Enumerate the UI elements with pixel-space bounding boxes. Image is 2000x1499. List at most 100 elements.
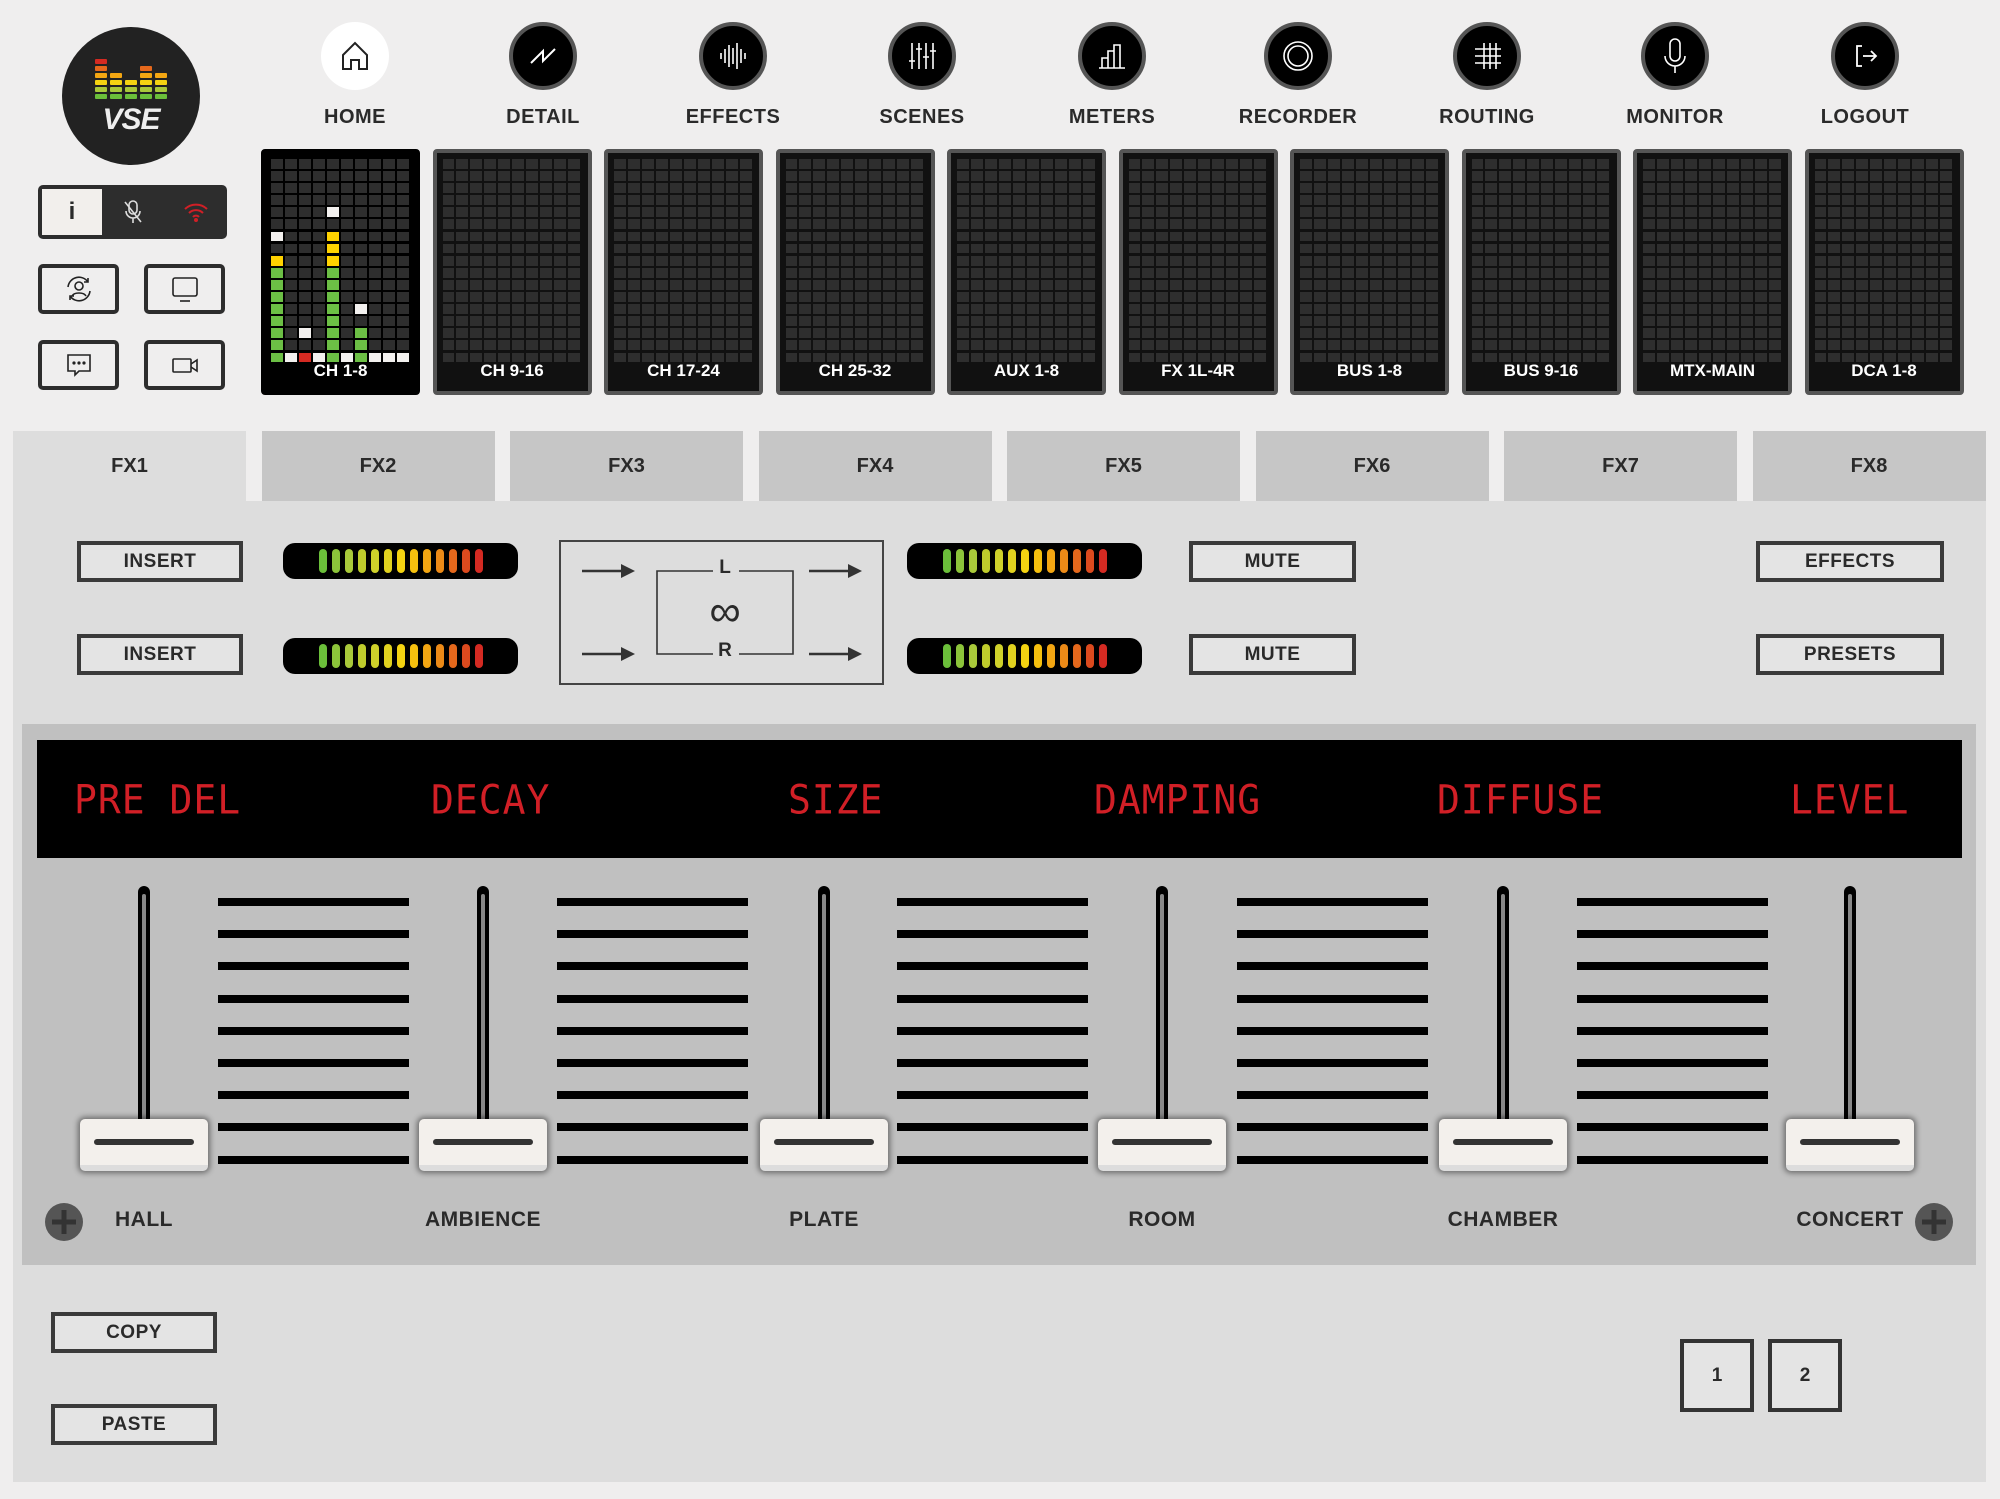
sync-user-button[interactable] <box>38 264 119 314</box>
fader-knob-plate[interactable] <box>760 1119 888 1171</box>
tab-fx5[interactable]: FX5 <box>1007 431 1240 501</box>
tab-fx4[interactable]: FX4 <box>758 431 992 501</box>
level-cell <box>1369 279 1382 290</box>
fader-knob-room[interactable] <box>1098 1119 1226 1171</box>
wifi-icon[interactable] <box>165 201 228 223</box>
level-cell <box>1471 243 1484 254</box>
tab-fx3[interactable]: FX3 <box>510 431 743 501</box>
level-cell <box>1569 207 1582 218</box>
level-cell <box>697 207 710 218</box>
meter-tile-ch-9-16[interactable]: CH 9-16 <box>432 149 592 395</box>
tab-fx8[interactable]: FX8 <box>1752 431 1986 501</box>
level-cell <box>1355 183 1368 193</box>
level-cell <box>512 159 525 169</box>
level-cell <box>1513 243 1526 254</box>
fader-knob-concert[interactable] <box>1786 1119 1914 1171</box>
copy-button[interactable]: COPY <box>51 1312 217 1353</box>
level-cell <box>1355 292 1368 302</box>
fader-knob-chamber[interactable] <box>1439 1119 1567 1171</box>
info-button[interactable]: i <box>42 189 102 235</box>
mic-muted-icon[interactable] <box>102 199 165 225</box>
level-cell <box>1555 328 1568 339</box>
screen-button[interactable] <box>144 264 225 314</box>
meter-tile-ch-17-24[interactable]: CH 17-24 <box>604 149 763 395</box>
level-cell <box>284 159 297 169</box>
level-cell <box>813 183 826 193</box>
effects-button[interactable]: EFFECTS <box>1756 541 1944 582</box>
preset-label-chamber[interactable]: CHAMBER <box>1383 1208 1623 1232</box>
meter-tile-mtx-main[interactable]: MTX-MAIN <box>1633 149 1792 395</box>
prev-preset-button[interactable] <box>45 1203 83 1241</box>
next-preset-button[interactable] <box>1915 1203 1953 1241</box>
level-cell <box>1555 292 1568 302</box>
nav-routing[interactable]: ROUTING <box>1407 22 1567 129</box>
insert-button-l[interactable]: INSERT <box>77 541 243 582</box>
level-grid <box>1300 159 1438 363</box>
nav-home[interactable]: HOME <box>275 22 435 129</box>
meter-segment <box>1046 644 1055 668</box>
level-cell <box>368 219 381 230</box>
preset-label-ambience[interactable]: AMBIENCE <box>363 1208 603 1232</box>
level-cell <box>1569 292 1582 302</box>
level-cell <box>1884 195 1897 206</box>
page-2-button[interactable]: 2 <box>1768 1339 1842 1412</box>
meter-tile-aux-1-8[interactable]: AUX 1-8 <box>947 149 1106 395</box>
nav-monitor[interactable]: MONITOR <box>1595 22 1755 129</box>
preset-label-plate[interactable]: PLATE <box>704 1208 944 1232</box>
tab-fx6[interactable]: FX6 <box>1255 431 1489 501</box>
nav-effects[interactable]: EFFECTS <box>653 22 813 129</box>
fader-knob-hall[interactable] <box>80 1119 208 1171</box>
level-cell <box>984 304 997 314</box>
meter-tile-ch-1-8[interactable]: CH 1-8 <box>261 149 420 395</box>
mute-button-r[interactable]: MUTE <box>1189 634 1356 675</box>
level-cell <box>1300 231 1312 242</box>
chat-button[interactable] <box>38 340 119 390</box>
level-grid <box>1814 159 1953 363</box>
level-cell <box>1369 195 1382 206</box>
level-cell <box>1698 328 1711 339</box>
meter-tile-bus-1-8[interactable]: BUS 1-8 <box>1290 149 1449 395</box>
meter-tile-fx-1l-4r[interactable]: FX 1L-4R <box>1118 149 1278 395</box>
meter-tile-bus-9-16[interactable]: BUS 9-16 <box>1461 149 1621 395</box>
video-button[interactable] <box>144 340 225 390</box>
mute-button-l[interactable]: MUTE <box>1189 541 1356 582</box>
level-cell <box>855 328 868 339</box>
nav-scenes[interactable]: SCENES <box>842 22 1002 129</box>
level-cell <box>1814 219 1827 230</box>
level-cell <box>526 328 539 339</box>
level-cell <box>1142 183 1155 193</box>
fader-knob-ambience[interactable] <box>419 1119 547 1171</box>
level-cell <box>998 243 1011 254</box>
meter-tile-ch-25-32[interactable]: CH 25-32 <box>775 149 935 395</box>
level-cell <box>627 267 640 278</box>
page-1-button[interactable]: 1 <box>1680 1339 1754 1412</box>
tab-fx1[interactable]: FX1 <box>13 431 246 501</box>
level-cell <box>1142 316 1155 327</box>
presets-button[interactable]: PRESETS <box>1756 634 1944 675</box>
level-cell <box>641 316 654 327</box>
nav-recorder[interactable]: RECORDER <box>1218 22 1378 129</box>
paste-button[interactable]: PASTE <box>51 1404 217 1445</box>
level-cell <box>312 231 325 242</box>
nav-detail[interactable]: DETAIL <box>463 22 623 129</box>
level-cell <box>1828 231 1841 242</box>
meter-tile-dca-1-8[interactable]: DCA 1-8 <box>1804 149 1964 395</box>
level-cell <box>554 171 567 181</box>
level-cell <box>970 340 983 351</box>
tab-fx2[interactable]: FX2 <box>261 431 495 501</box>
level-cell <box>1698 243 1711 254</box>
level-cell <box>627 207 640 218</box>
nav-meters[interactable]: METERS <box>1032 22 1192 129</box>
insert-button-r[interactable]: INSERT <box>77 634 243 675</box>
level-cell <box>1327 183 1340 193</box>
nav-logout[interactable]: LOGOUT <box>1785 22 1945 129</box>
level-cell <box>1712 195 1725 206</box>
level-cell <box>1313 328 1326 339</box>
level-cell <box>1355 159 1368 169</box>
tab-fx7[interactable]: FX7 <box>1504 431 1737 501</box>
level-cell <box>396 171 409 181</box>
preset-label-room[interactable]: ROOM <box>1042 1208 1282 1232</box>
level-cell <box>326 171 339 181</box>
level-cell <box>298 171 311 181</box>
level-cell <box>1142 219 1155 230</box>
